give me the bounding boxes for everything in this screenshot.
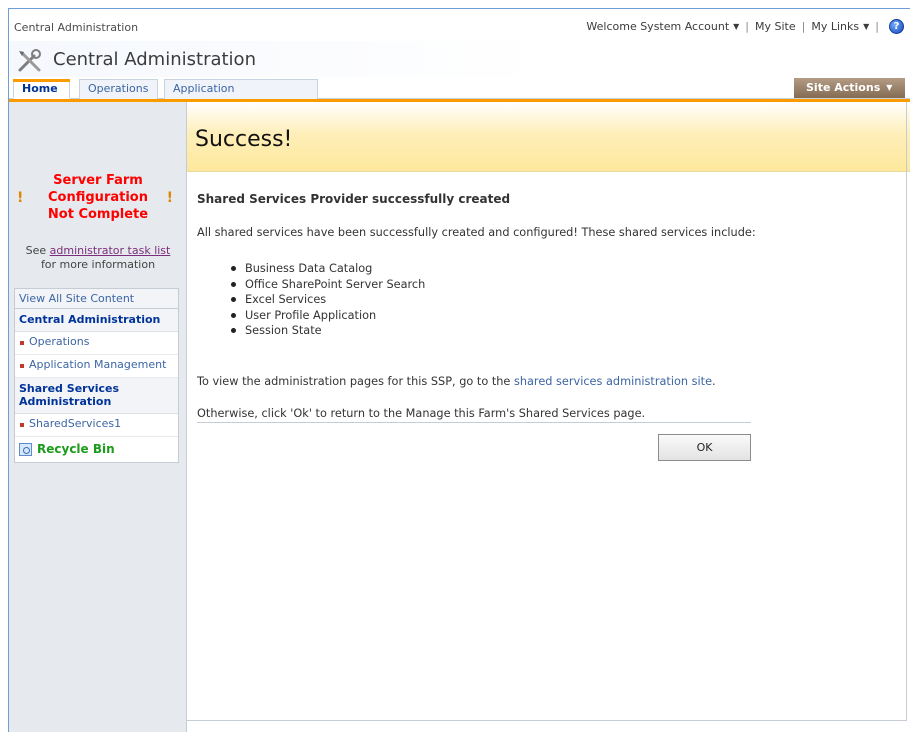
tab-application-management[interactable]: Application Management: [164, 79, 318, 113]
sidebar-heading-shared-services-administration[interactable]: Shared Services Administration: [15, 378, 178, 414]
top-nav: Home Operations Application Management S…: [9, 77, 910, 113]
welcome-menu[interactable]: Welcome System Account ▼: [586, 20, 739, 33]
admin-site-note: To view the administration pages for thi…: [197, 375, 716, 388]
view-all-site-content-link[interactable]: View All Site Content: [15, 289, 178, 309]
main-content: Shared Services Provider successfully cr…: [187, 172, 910, 721]
tab-home[interactable]: Home: [13, 79, 70, 99]
administrator-task-list-link[interactable]: administrator task list: [50, 244, 171, 257]
site-name[interactable]: Central Administration: [14, 21, 138, 34]
chevron-down-icon: ▼: [863, 22, 870, 31]
task-list-note: See administrator task list for more inf…: [9, 244, 187, 272]
sidebar-item-application-management[interactable]: Application Management: [15, 355, 178, 378]
result-description: All shared services have been successful…: [197, 226, 756, 239]
shared-services-admin-site-link[interactable]: shared services administration site: [514, 375, 712, 388]
alert-line: Configuration: [48, 190, 148, 205]
tools-icon: [18, 49, 41, 72]
list-item: Business Data Catalog: [229, 261, 425, 277]
warning-icon: !: [17, 190, 24, 206]
welcome-label: Welcome System Account: [586, 20, 730, 33]
see-prefix: See: [25, 244, 47, 257]
page-title-band: Success!: [187, 102, 910, 172]
my-site-link[interactable]: My Site: [755, 20, 796, 33]
left-nav: ! Server Farm Configuration Not Complete…: [9, 102, 187, 732]
sidebar-item-sharedservices1[interactable]: SharedServices1: [15, 414, 178, 437]
see-suffix: for more information: [40, 258, 156, 271]
view-suffix: .: [712, 375, 716, 388]
ok-button[interactable]: OK: [658, 434, 751, 461]
global-bar: Central Administration Welcome System Ac…: [9, 9, 910, 41]
view-prefix: To view the administration pages for thi…: [197, 375, 511, 388]
help-icon[interactable]: ?: [889, 19, 904, 34]
divider: [197, 422, 751, 423]
site-actions-label: Site Actions: [806, 81, 881, 94]
alert-line: Not Complete: [47, 207, 149, 222]
recycle-bin-link[interactable]: Recycle Bin: [15, 437, 178, 462]
title-area: Central Administration: [9, 41, 910, 77]
warning-icon: !: [166, 190, 173, 206]
quick-launch: View All Site Content Central Administra…: [14, 288, 179, 463]
list-item: User Profile Application: [229, 308, 425, 324]
services-list: Business Data Catalog Office SharePoint …: [229, 261, 425, 339]
separator: |: [875, 20, 879, 33]
page-title: Success!: [195, 127, 293, 152]
global-links: Welcome System Account ▼ | My Site | My L…: [586, 19, 904, 34]
sharepoint-window: Central Administration Welcome System Ac…: [0, 0, 910, 732]
otherwise-note: Otherwise, click 'Ok' to return to the M…: [197, 407, 646, 420]
sidebar-item-operations[interactable]: Operations: [15, 332, 178, 355]
result-heading: Shared Services Provider successfully cr…: [197, 192, 511, 206]
separator: |: [801, 20, 806, 33]
my-links-menu[interactable]: My Links ▼: [811, 20, 869, 33]
site-actions-menu[interactable]: Site Actions ▼: [794, 78, 905, 98]
recycle-bin-label: Recycle Bin: [37, 442, 115, 456]
list-item: Session State: [229, 323, 425, 339]
chevron-down-icon: ▼: [733, 22, 740, 31]
footer-space: [187, 721, 910, 732]
site-title[interactable]: Central Administration: [53, 49, 256, 70]
my-links-label: My Links: [811, 20, 860, 33]
content-right-border: [906, 102, 907, 720]
list-item: Excel Services: [229, 292, 425, 308]
alert-line: Server Farm: [53, 173, 143, 188]
chevron-down-icon: ▼: [886, 83, 893, 92]
sidebar-heading-central-administration[interactable]: Central Administration: [15, 309, 178, 332]
separator: |: [745, 20, 750, 33]
list-item: Office SharePoint Server Search: [229, 277, 425, 293]
recycle-bin-icon: [19, 442, 32, 456]
tab-operations[interactable]: Operations: [79, 79, 158, 99]
farm-config-alert: ! Server Farm Configuration Not Complete…: [9, 172, 187, 223]
